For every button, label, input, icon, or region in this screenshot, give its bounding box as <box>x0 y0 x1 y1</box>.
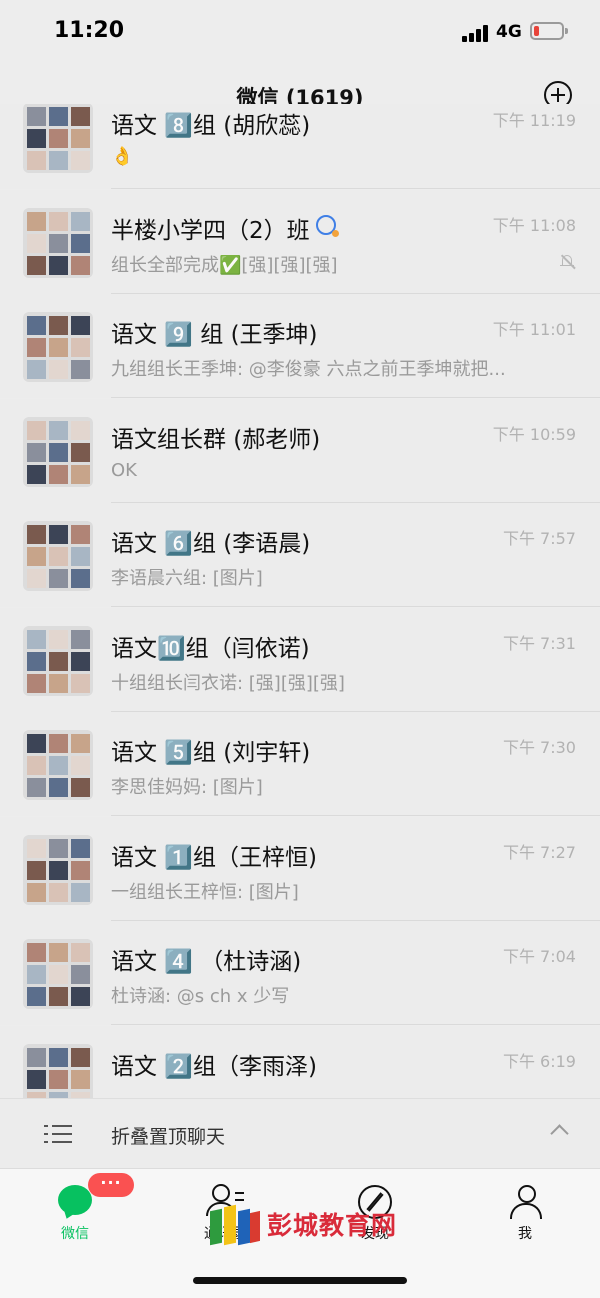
chat-title: 语文 1️⃣组（王梓恒) <box>111 844 317 871</box>
folded-pinned-label: 折叠置顶聊天 <box>111 1126 226 1148</box>
chat-time: 下午 10:59 <box>492 424 576 444</box>
chat-preview: OK <box>111 459 137 481</box>
chat-row[interactable]: 语文组长群 (郝老师) 下午 10:59 OK <box>0 398 600 503</box>
watermark-text: 彭城教育网 <box>267 1211 398 1240</box>
chevron-up-icon[interactable] <box>550 1124 569 1143</box>
group-avatar <box>23 625 93 696</box>
chat-row[interactable]: 语文 5️⃣组 (刘宇轩) 下午 7:30 李思佳妈妈: [图片] <box>0 712 600 816</box>
chat-time: 下午 11:01 <box>492 320 576 339</box>
chat-row[interactable]: 语文 2️⃣组（李雨泽) 下午 6:19 <box>0 1025 600 1098</box>
network-label: 4G <box>496 22 522 42</box>
group-status-icon <box>316 214 339 237</box>
chat-title: 半楼小学四（2）班 <box>111 217 310 244</box>
chat-time: 下午 7:31 <box>502 633 576 653</box>
chat-title: 语文 4️⃣ （杜诗涵) <box>111 949 302 975</box>
chat-time: 下午 7:57 <box>502 529 576 548</box>
signal-icon <box>462 24 490 42</box>
status-time: 11:20 <box>54 18 125 43</box>
chat-row[interactable]: 语文 4️⃣ （杜诗涵) 下午 7:04 杜诗涵: @s ch x 少写 <box>0 921 600 1025</box>
tab-chats-label: 微信 <box>61 1226 89 1242</box>
chat-time: 下午 11:19 <box>492 111 576 130</box>
chat-title: 语文 6️⃣组 (李语晨) <box>111 531 311 557</box>
chat-preview: 组长全部完成✅[强][强][强] <box>111 254 338 276</box>
chat-row[interactable]: 语文 9️⃣ 组 (王季坤) 下午 11:01 九组组长王季坤: @李俊豪 六点之前… <box>0 294 600 398</box>
folded-pinned-chats-bar[interactable]: 折叠置顶聊天 <box>0 1098 600 1169</box>
group-avatar <box>23 1043 93 1098</box>
chat-row[interactable]: 半楼小学四（2）班 下午 11:08 组长全部完成✅[强][强][强] <box>0 189 600 294</box>
chat-title: 语文 9️⃣ 组 (王季坤) <box>111 322 318 348</box>
chat-time: 下午 7:30 <box>502 738 576 757</box>
watermark-logo-icon <box>210 1202 262 1246</box>
chat-preview: 一组组长王梓恒: [图片] <box>111 881 299 903</box>
me-icon <box>508 1185 542 1219</box>
tab-me-label: 我 <box>518 1226 532 1242</box>
mute-bell-icon <box>560 254 576 270</box>
chat-preview: 李语晨六组: [图片] <box>111 568 263 589</box>
unread-badge: ··· <box>88 1173 134 1197</box>
chat-row[interactable]: 语文🔟组（闫依诺) 下午 7:31 十组组长闫衣诺: [强][强][强] <box>0 607 600 712</box>
chat-time: 下午 7:27 <box>502 842 576 862</box>
chat-preview: 杜诗涵: @s ch x 少写 <box>111 986 290 1007</box>
tab-me[interactable]: 我 <box>450 1169 600 1259</box>
chat-title: 语文组长群 (郝老师) <box>111 426 321 453</box>
list-icon <box>44 1125 72 1143</box>
chat-title: 语文 8️⃣组 (胡欣蕊) <box>111 113 311 139</box>
chat-time: 下午 7:04 <box>502 947 576 966</box>
chat-row[interactable]: 语文 8️⃣组 (胡欣蕊) 下午 11:19 👌 <box>0 104 600 189</box>
chat-time: 下午 6:19 <box>502 1051 576 1071</box>
tab-chats[interactable]: ··· 微信 <box>0 1169 150 1259</box>
watermark: 彭城教育网 <box>210 1196 400 1256</box>
chat-title: 语文 5️⃣组 (刘宇轩) <box>111 740 311 766</box>
group-avatar <box>23 312 93 382</box>
chat-preview: 👌 <box>111 146 134 167</box>
chats-icon <box>58 1185 92 1215</box>
group-avatar <box>23 416 93 487</box>
chat-title: 语文 2️⃣组（李雨泽) <box>111 1053 317 1080</box>
group-avatar <box>23 521 93 591</box>
wechat-screen: 11:20 4G 微信 (1619) 语文 8️⃣组 (胡欣蕊) 下午 11:19… <box>0 0 600 1298</box>
group-avatar <box>23 834 93 905</box>
group-avatar <box>23 104 93 173</box>
group-avatar <box>23 730 93 800</box>
home-indicator[interactable] <box>193 1277 407 1284</box>
chat-time: 下午 11:08 <box>492 215 576 235</box>
chat-preview: 李思佳妈妈: [图片] <box>111 777 263 798</box>
chat-row[interactable]: 语文 6️⃣组 (李语晨) 下午 7:57 李语晨六组: [图片] <box>0 503 600 607</box>
chat-preview: 九组组长王季坤: @李俊豪 六点之前王季坤就把... <box>111 359 506 380</box>
group-avatar <box>23 939 93 1009</box>
battery-fill <box>534 26 539 36</box>
battery-icon <box>530 22 568 40</box>
chat-list[interactable]: 语文 8️⃣组 (胡欣蕊) 下午 11:19 👌 半楼小学四（2）班 下午 11:08 组… <box>0 104 600 1098</box>
group-avatar <box>23 207 93 278</box>
chat-row[interactable]: 语文 1️⃣组（王梓恒) 下午 7:27 一组组长王梓恒: [图片] <box>0 816 600 921</box>
chat-title: 语文🔟组（闫依诺) <box>111 635 310 662</box>
chat-preview: 十组组长闫衣诺: [强][强][强] <box>111 672 345 694</box>
status-bar: 11:20 4G <box>0 0 600 64</box>
